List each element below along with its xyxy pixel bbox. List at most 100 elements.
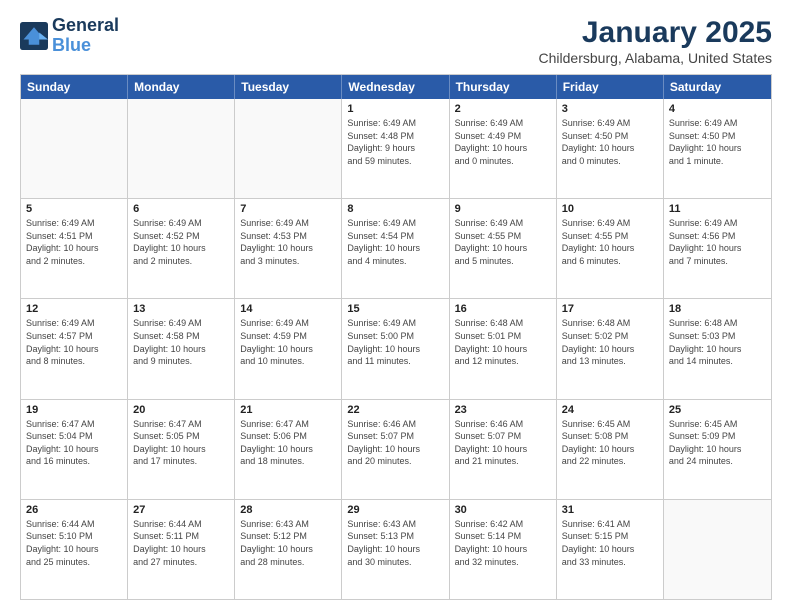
calendar: SundayMondayTuesdayWednesdayThursdayFrid… xyxy=(20,74,772,600)
calendar-cell: 11Sunrise: 6:49 AM Sunset: 4:56 PM Dayli… xyxy=(664,199,771,298)
day-number: 3 xyxy=(562,103,658,115)
logo-text: General Blue xyxy=(52,16,119,56)
calendar-cell: 7Sunrise: 6:49 AM Sunset: 4:53 PM Daylig… xyxy=(235,199,342,298)
day-info: Sunrise: 6:48 AM Sunset: 5:03 PM Dayligh… xyxy=(669,317,766,367)
calendar-cell: 30 Sunrise: 6:42 AM Sunset: 5:14 PM Dayli… xyxy=(450,500,557,599)
weekday-header: Friday xyxy=(557,75,664,99)
day-number: 31 xyxy=(562,504,658,516)
calendar-cell: 13 Sunrise: 6:49 AM Sunset: 4:58 PM Dayli… xyxy=(128,299,235,398)
day-info: Sunrise: 6:43 AM Sunset: 5:12 PM Dayligh… xyxy=(240,518,336,568)
calendar-cell xyxy=(235,99,342,198)
calendar-cell: 27 Sunrise: 6:44 AM Sunset: 5:11 PM Dayli… xyxy=(128,500,235,599)
title-block: January 2025 Childersburg, Alabama, Unit… xyxy=(539,16,772,66)
day-info: Sunrise: 6:49 AM Sunset: 4:48 PM Dayligh… xyxy=(347,117,443,167)
day-number: 27 xyxy=(133,504,229,516)
day-number: 29 xyxy=(347,504,443,516)
calendar-week-row: 19 Sunrise: 6:47 AM Sunset: 5:04 PM Dayli… xyxy=(21,400,771,500)
day-info: Sunrise: 6:42 AM Sunset: 5:14 PM Dayligh… xyxy=(455,518,551,568)
day-number: 13 xyxy=(133,303,229,315)
day-info: Sunrise: 6:49 AM Sunset: 4:53 PM Dayligh… xyxy=(240,217,336,267)
day-info: Sunrise: 6:46 AM Sunset: 5:07 PM Dayligh… xyxy=(347,418,443,468)
calendar-cell: 18 Sunrise: 6:48 AM Sunset: 5:03 PM Dayli… xyxy=(664,299,771,398)
day-info: Sunrise: 6:49 AM Sunset: 4:50 PM Dayligh… xyxy=(669,117,766,167)
day-info: Sunrise: 6:47 AM Sunset: 5:05 PM Dayligh… xyxy=(133,418,229,468)
calendar-cell: 19 Sunrise: 6:47 AM Sunset: 5:04 PM Dayli… xyxy=(21,400,128,499)
day-number: 10 xyxy=(562,203,658,215)
calendar-cell: 2Sunrise: 6:49 AM Sunset: 4:49 PM Daylig… xyxy=(450,99,557,198)
weekday-header: Saturday xyxy=(664,75,771,99)
calendar-cell: 28 Sunrise: 6:43 AM Sunset: 5:12 PM Dayli… xyxy=(235,500,342,599)
day-info: Sunrise: 6:47 AM Sunset: 5:04 PM Dayligh… xyxy=(26,418,122,468)
day-number: 9 xyxy=(455,203,551,215)
day-info: Sunrise: 6:43 AM Sunset: 5:13 PM Dayligh… xyxy=(347,518,443,568)
day-info: Sunrise: 6:49 AM Sunset: 4:50 PM Dayligh… xyxy=(562,117,658,167)
day-info: Sunrise: 6:49 AM Sunset: 4:52 PM Dayligh… xyxy=(133,217,229,267)
day-number: 1 xyxy=(347,103,443,115)
calendar-cell xyxy=(664,500,771,599)
day-number: 26 xyxy=(26,504,122,516)
calendar-cell: 25Sunrise: 6:45 AM Sunset: 5:09 PM Dayli… xyxy=(664,400,771,499)
weekday-header: Monday xyxy=(128,75,235,99)
calendar-cell: 17Sunrise: 6:48 AM Sunset: 5:02 PM Dayli… xyxy=(557,299,664,398)
page: General Blue January 2025 Childersburg, … xyxy=(0,0,792,612)
day-number: 15 xyxy=(347,303,443,315)
day-info: Sunrise: 6:49 AM Sunset: 4:58 PM Dayligh… xyxy=(133,317,229,367)
day-info: Sunrise: 6:41 AM Sunset: 5:15 PM Dayligh… xyxy=(562,518,658,568)
day-info: Sunrise: 6:48 AM Sunset: 5:01 PM Dayligh… xyxy=(455,317,551,367)
calendar-cell: 23 Sunrise: 6:46 AM Sunset: 5:07 PM Dayli… xyxy=(450,400,557,499)
calendar-cell: 8Sunrise: 6:49 AM Sunset: 4:54 PM Daylig… xyxy=(342,199,449,298)
calendar-cell: 22 Sunrise: 6:46 AM Sunset: 5:07 PM Dayli… xyxy=(342,400,449,499)
day-info: Sunrise: 6:44 AM Sunset: 5:10 PM Dayligh… xyxy=(26,518,122,568)
calendar-cell: 1 Sunrise: 6:49 AM Sunset: 4:48 PM Daylig… xyxy=(342,99,449,198)
day-number: 4 xyxy=(669,103,766,115)
calendar-header: SundayMondayTuesdayWednesdayThursdayFrid… xyxy=(21,75,771,99)
main-title: January 2025 xyxy=(539,16,772,50)
day-info: Sunrise: 6:45 AM Sunset: 5:08 PM Dayligh… xyxy=(562,418,658,468)
day-info: Sunrise: 6:49 AM Sunset: 4:59 PM Dayligh… xyxy=(240,317,336,367)
calendar-body: 1 Sunrise: 6:49 AM Sunset: 4:48 PM Daylig… xyxy=(21,99,771,599)
subtitle: Childersburg, Alabama, United States xyxy=(539,50,772,66)
day-info: Sunrise: 6:49 AM Sunset: 4:55 PM Dayligh… xyxy=(562,217,658,267)
weekday-header: Tuesday xyxy=(235,75,342,99)
day-info: Sunrise: 6:49 AM Sunset: 4:51 PM Dayligh… xyxy=(26,217,122,267)
day-number: 25 xyxy=(669,404,766,416)
calendar-cell: 5 Sunrise: 6:49 AM Sunset: 4:51 PM Daylig… xyxy=(21,199,128,298)
calendar-cell: 26 Sunrise: 6:44 AM Sunset: 5:10 PM Dayli… xyxy=(21,500,128,599)
day-number: 20 xyxy=(133,404,229,416)
day-number: 5 xyxy=(26,203,122,215)
day-number: 6 xyxy=(133,203,229,215)
day-info: Sunrise: 6:47 AM Sunset: 5:06 PM Dayligh… xyxy=(240,418,336,468)
calendar-cell xyxy=(21,99,128,198)
calendar-cell: 4 Sunrise: 6:49 AM Sunset: 4:50 PM Daylig… xyxy=(664,99,771,198)
day-info: Sunrise: 6:49 AM Sunset: 4:49 PM Dayligh… xyxy=(455,117,551,167)
calendar-week-row: 26 Sunrise: 6:44 AM Sunset: 5:10 PM Dayli… xyxy=(21,500,771,599)
calendar-cell: 10 Sunrise: 6:49 AM Sunset: 4:55 PM Dayli… xyxy=(557,199,664,298)
day-number: 19 xyxy=(26,404,122,416)
header: General Blue January 2025 Childersburg, … xyxy=(20,16,772,66)
calendar-cell: 6 Sunrise: 6:49 AM Sunset: 4:52 PM Daylig… xyxy=(128,199,235,298)
day-number: 16 xyxy=(455,303,551,315)
day-number: 12 xyxy=(26,303,122,315)
weekday-header: Sunday xyxy=(21,75,128,99)
calendar-cell: 14 Sunrise: 6:49 AM Sunset: 4:59 PM Dayli… xyxy=(235,299,342,398)
day-number: 30 xyxy=(455,504,551,516)
day-number: 11 xyxy=(669,203,766,215)
day-info: Sunrise: 6:49 AM Sunset: 5:00 PM Dayligh… xyxy=(347,317,443,367)
weekday-header: Wednesday xyxy=(342,75,449,99)
day-number: 24 xyxy=(562,404,658,416)
logo: General Blue xyxy=(20,16,119,56)
calendar-cell: 3 Sunrise: 6:49 AM Sunset: 4:50 PM Daylig… xyxy=(557,99,664,198)
day-number: 8 xyxy=(347,203,443,215)
day-number: 14 xyxy=(240,303,336,315)
calendar-week-row: 5 Sunrise: 6:49 AM Sunset: 4:51 PM Daylig… xyxy=(21,199,771,299)
day-number: 21 xyxy=(240,404,336,416)
calendar-cell: 31 Sunrise: 6:41 AM Sunset: 5:15 PM Dayli… xyxy=(557,500,664,599)
day-number: 22 xyxy=(347,404,443,416)
day-number: 18 xyxy=(669,303,766,315)
calendar-cell: 9Sunrise: 6:49 AM Sunset: 4:55 PM Daylig… xyxy=(450,199,557,298)
day-number: 28 xyxy=(240,504,336,516)
day-number: 23 xyxy=(455,404,551,416)
calendar-cell: 20 Sunrise: 6:47 AM Sunset: 5:05 PM Dayli… xyxy=(128,400,235,499)
day-info: Sunrise: 6:44 AM Sunset: 5:11 PM Dayligh… xyxy=(133,518,229,568)
day-info: Sunrise: 6:46 AM Sunset: 5:07 PM Dayligh… xyxy=(455,418,551,468)
